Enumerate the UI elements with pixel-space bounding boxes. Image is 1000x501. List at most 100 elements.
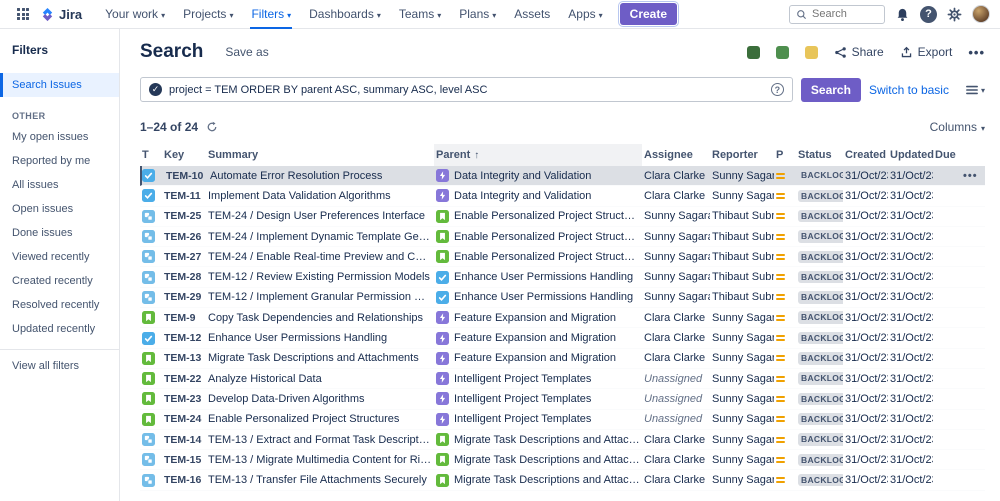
parent-link[interactable]: Migrate Task Descriptions and Attachment… xyxy=(436,453,640,466)
issue-key-cell[interactable]: TEM-24 xyxy=(162,413,206,425)
summary-cell[interactable]: TEM-24 / Implement Dynamic Template Gene… xyxy=(206,231,434,243)
table-row[interactable]: TEM-28 TEM-12 / Review Existing Permissio… xyxy=(140,267,985,287)
parent-cell[interactable]: Migrate Task Descriptions and Attachment… xyxy=(434,433,642,446)
addon-icon-3[interactable] xyxy=(805,46,818,59)
parent-cell[interactable]: Enable Personalized Project Structures xyxy=(434,230,642,243)
summary-cell[interactable]: Migrate Task Descriptions and Attachment… xyxy=(206,352,434,364)
issue-summary-link[interactable]: TEM-12 / Review Existing Permission Mode… xyxy=(208,271,430,283)
status-cell[interactable]: BACKLOG xyxy=(796,332,843,345)
summary-cell[interactable]: Develop Data-Driven Algorithms xyxy=(206,393,434,405)
parent-link[interactable]: Feature Expansion and Migration xyxy=(436,352,616,365)
issue-key-link[interactable]: TEM-29 xyxy=(164,291,201,303)
issue-key-link[interactable]: TEM-13 xyxy=(164,352,201,364)
status-badge[interactable]: BACKLOG xyxy=(798,332,843,345)
sidebar-item-resolved-recently[interactable]: Resolved recently xyxy=(0,293,119,317)
sidebar-item-viewed-recently[interactable]: Viewed recently xyxy=(0,245,119,269)
summary-cell[interactable]: TEM-13 / Migrate Multimedia Content for … xyxy=(206,454,434,466)
status-cell[interactable]: BACKLOG xyxy=(796,352,843,365)
status-cell[interactable]: BACKLOG xyxy=(796,413,843,426)
create-button[interactable]: Create xyxy=(620,3,677,25)
switch-to-basic-link[interactable]: Switch to basic xyxy=(869,83,949,97)
issue-summary-link[interactable]: Develop Data-Driven Algorithms xyxy=(208,393,365,405)
summary-cell[interactable]: TEM-12 / Review Existing Permission Mode… xyxy=(206,271,434,283)
issue-summary-link[interactable]: TEM-24 / Design User Preferences Interfa… xyxy=(208,210,425,222)
nav-item-teams[interactable]: Teams▾ xyxy=(390,0,450,29)
issue-summary-link[interactable]: Copy Task Dependencies and Relationships xyxy=(208,312,423,324)
issue-summary-link[interactable]: Migrate Task Descriptions and Attachment… xyxy=(208,352,419,364)
column-header-status[interactable]: Status xyxy=(796,144,843,166)
status-cell[interactable]: BACKLOG xyxy=(796,393,843,406)
refresh-icon[interactable] xyxy=(206,121,218,133)
app-switcher-icon[interactable] xyxy=(12,3,34,25)
parent-link[interactable]: Enhance User Permissions Handling xyxy=(436,291,633,304)
issue-key-link[interactable]: TEM-23 xyxy=(164,393,201,405)
status-cell[interactable]: BACKLOG xyxy=(796,251,843,264)
addon-icon-2[interactable] xyxy=(776,46,789,59)
parent-link[interactable]: Intelligent Project Templates xyxy=(436,413,591,426)
parent-link[interactable]: Migrate Task Descriptions and Attachment… xyxy=(436,474,640,487)
issue-key-cell[interactable]: TEM-12 xyxy=(162,332,206,344)
issue-summary-link[interactable]: TEM-13 / Migrate Multimedia Content for … xyxy=(208,454,432,466)
status-badge[interactable]: BACKLOG xyxy=(798,271,843,284)
save-as-button[interactable]: Save as xyxy=(225,45,268,59)
jql-query-input[interactable]: ✓ project = TEM ORDER BY parent ASC, sum… xyxy=(140,77,793,102)
summary-cell[interactable]: TEM-12 / Implement Granular Permission C… xyxy=(206,291,434,303)
status-badge[interactable]: BACKLOG xyxy=(798,352,843,365)
issue-summary-link[interactable]: TEM-12 / Implement Granular Permission C… xyxy=(208,291,432,303)
issue-key-link[interactable]: TEM-28 xyxy=(164,271,201,283)
parent-cell[interactable]: Data Integrity and Validation xyxy=(434,189,642,202)
parent-cell[interactable]: Feature Expansion and Migration xyxy=(434,311,642,324)
parent-link[interactable]: Intelligent Project Templates xyxy=(436,392,591,405)
parent-link[interactable]: Enable Personalized Project Structures xyxy=(436,210,640,223)
parent-link[interactable]: Migrate Task Descriptions and Attachment… xyxy=(436,433,640,446)
status-badge[interactable]: BACKLOG xyxy=(798,372,843,385)
summary-cell[interactable]: Enable Personalized Project Structures xyxy=(206,413,434,425)
search-button[interactable]: Search xyxy=(801,78,861,102)
parent-cell[interactable]: Feature Expansion and Migration xyxy=(434,352,642,365)
sidebar-item-search-issues[interactable]: Search Issues xyxy=(0,73,119,97)
status-cell[interactable]: BACKLOG xyxy=(796,291,843,304)
issue-key-cell[interactable]: TEM-11 xyxy=(162,190,206,202)
issue-summary-link[interactable]: TEM-13 / Extract and Format Task Descrip… xyxy=(208,434,432,446)
nav-item-filters[interactable]: Filters▾ xyxy=(242,0,300,29)
column-header-created[interactable]: Created xyxy=(843,144,888,166)
column-header-key[interactable]: Key xyxy=(162,144,206,166)
status-badge[interactable]: BACKLOG xyxy=(798,291,843,304)
more-actions-button[interactable]: ••• xyxy=(968,45,985,60)
issue-key-link[interactable]: TEM-27 xyxy=(164,251,201,263)
status-cell[interactable]: BACKLOG xyxy=(796,230,843,243)
settings-gear-icon[interactable] xyxy=(947,7,962,22)
row-menu-button[interactable]: ••• xyxy=(963,170,978,182)
nav-item-plans[interactable]: Plans▾ xyxy=(450,0,505,29)
global-search-input[interactable] xyxy=(812,8,876,20)
issue-key-cell[interactable]: TEM-23 xyxy=(162,393,206,405)
issue-key-cell[interactable]: TEM-27 xyxy=(162,251,206,263)
status-badge[interactable]: BACKLOG xyxy=(798,190,843,203)
status-cell[interactable]: BACKLOG xyxy=(796,210,843,223)
issue-summary-link[interactable]: TEM-13 / Transfer File Attachments Secur… xyxy=(208,474,427,486)
sidebar-item-view-all-filters[interactable]: View all filters xyxy=(0,354,119,378)
help-icon[interactable]: ? xyxy=(920,6,937,23)
column-header-updated[interactable]: Updated xyxy=(888,144,933,166)
parent-cell[interactable]: Migrate Task Descriptions and Attachment… xyxy=(434,474,642,487)
summary-cell[interactable]: TEM-13 / Transfer File Attachments Secur… xyxy=(206,474,434,486)
parent-link[interactable]: Intelligent Project Templates xyxy=(436,372,591,385)
nav-item-your-work[interactable]: Your work▾ xyxy=(96,0,174,29)
issue-key-link[interactable]: TEM-26 xyxy=(164,231,201,243)
status-badge[interactable]: BACKLOG xyxy=(798,169,843,182)
status-badge[interactable]: BACKLOG xyxy=(798,454,843,467)
columns-button[interactable]: Columns ▾ xyxy=(930,120,985,134)
issue-key-cell[interactable]: TEM-26 xyxy=(162,231,206,243)
export-button[interactable]: Export xyxy=(900,45,953,59)
table-row[interactable]: TEM-16TEM-13 / Transfer File Attachments… xyxy=(140,470,985,490)
status-badge[interactable]: BACKLOG xyxy=(798,433,843,446)
issue-key-cell[interactable]: TEM-16 xyxy=(162,474,206,486)
addon-icon-1[interactable] xyxy=(747,46,760,59)
issue-key-cell[interactable]: TEM-22 xyxy=(162,373,206,385)
global-search[interactable] xyxy=(789,5,885,24)
parent-cell[interactable]: Intelligent Project Templates xyxy=(434,413,642,426)
issue-key-link[interactable]: TEM-25 xyxy=(164,210,201,222)
column-header-t[interactable]: T xyxy=(140,144,162,166)
issue-key-cell[interactable]: TEM-13 xyxy=(162,352,206,364)
table-row[interactable]: TEM-11Implement Data Validation Algorith… xyxy=(140,186,985,206)
